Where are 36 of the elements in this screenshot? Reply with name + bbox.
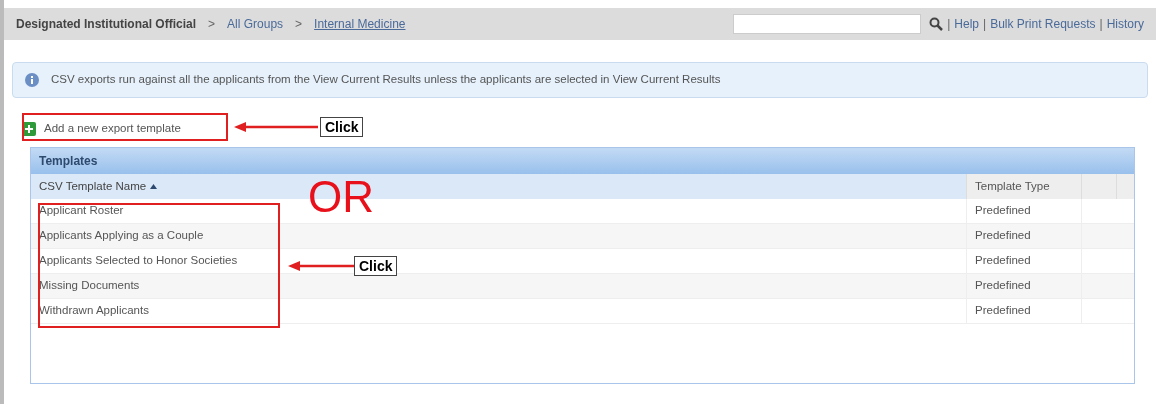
click-callout: Click — [354, 256, 398, 276]
header-link[interactable]: History — [1106, 15, 1144, 33]
table-row[interactable]: Withdrawn Applicants Predefined — [31, 299, 1134, 324]
link-separator: | — [1099, 16, 1103, 33]
search-field[interactable] — [733, 14, 922, 34]
link-separator: | — [983, 16, 987, 33]
template-type: Predefined — [975, 303, 1031, 319]
template-name[interactable]: Applicants Applying as a Couple — [39, 227, 204, 245]
info-icon — [25, 73, 39, 87]
table-title: Templates — [39, 153, 98, 170]
search-icon[interactable] — [929, 17, 944, 31]
arrow-icon — [288, 260, 354, 272]
breadcrumb-separator: > — [295, 16, 303, 33]
template-type: Predefined — [975, 278, 1031, 294]
table-row[interactable]: Missing Documents Predefined — [31, 274, 1134, 299]
arrow-icon — [234, 121, 318, 133]
table-row[interactable]: Applicants Applying as a Couple Predefined — [31, 224, 1134, 249]
template-type: Predefined — [975, 203, 1031, 219]
sort-up-icon — [150, 184, 158, 189]
info-text: CSV exports run against all the applicants from the View Current Results unless the applicants are selected in View Current Results — [51, 72, 721, 88]
add-template-link[interactable]: Add a new export template — [44, 120, 181, 138]
header-link[interactable]: Bulk Print Requests — [990, 15, 1096, 33]
breadcrumb-title: Designated Institutional Official — [16, 16, 197, 33]
breadcrumb-separator: > — [208, 16, 216, 33]
breadcrumb-link[interactable]: Internal Medicine — [314, 15, 406, 33]
template-type: Predefined — [975, 228, 1031, 244]
template-type: Predefined — [975, 253, 1031, 269]
link-separator: | — [947, 16, 951, 33]
template-name[interactable]: Missing Documents — [39, 277, 140, 295]
header-link[interactable]: Help — [954, 15, 979, 33]
click-callout: Click — [320, 117, 364, 137]
template-name[interactable]: Applicant Roster — [39, 202, 124, 220]
template-name[interactable]: Applicants Selected to Honor Societies — [39, 252, 238, 270]
column-header[interactable]: CSV Template Name — [39, 177, 158, 196]
template-name[interactable]: Withdrawn Applicants — [39, 302, 149, 320]
breadcrumb-link[interactable]: All Groups — [227, 15, 284, 33]
